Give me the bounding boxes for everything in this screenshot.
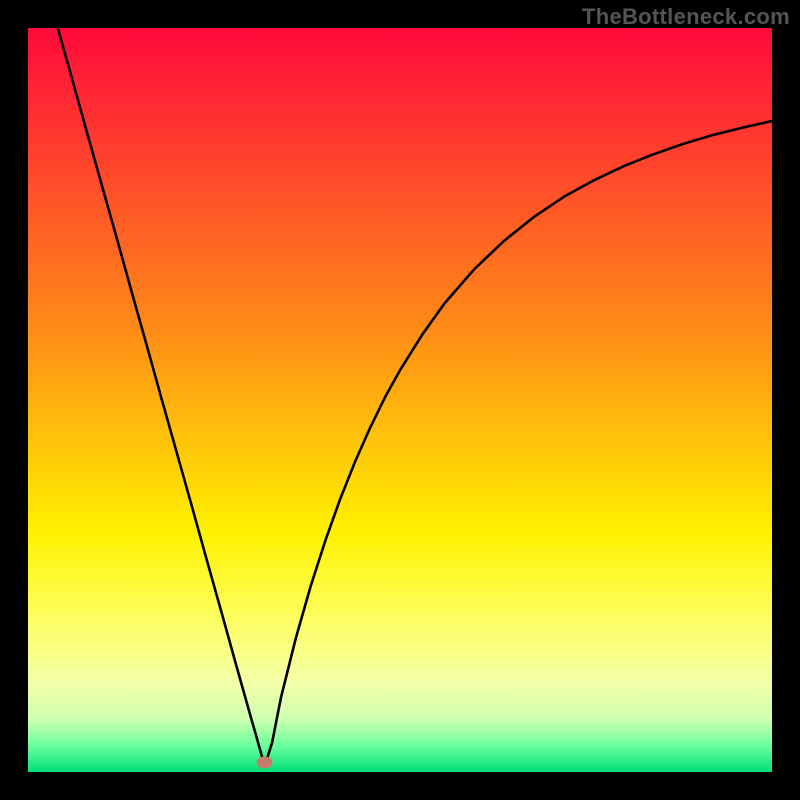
chart-svg bbox=[28, 28, 772, 772]
chart-container: TheBottleneck.com bbox=[0, 0, 800, 800]
watermark-text: TheBottleneck.com bbox=[582, 4, 790, 30]
plot-area bbox=[28, 28, 772, 772]
